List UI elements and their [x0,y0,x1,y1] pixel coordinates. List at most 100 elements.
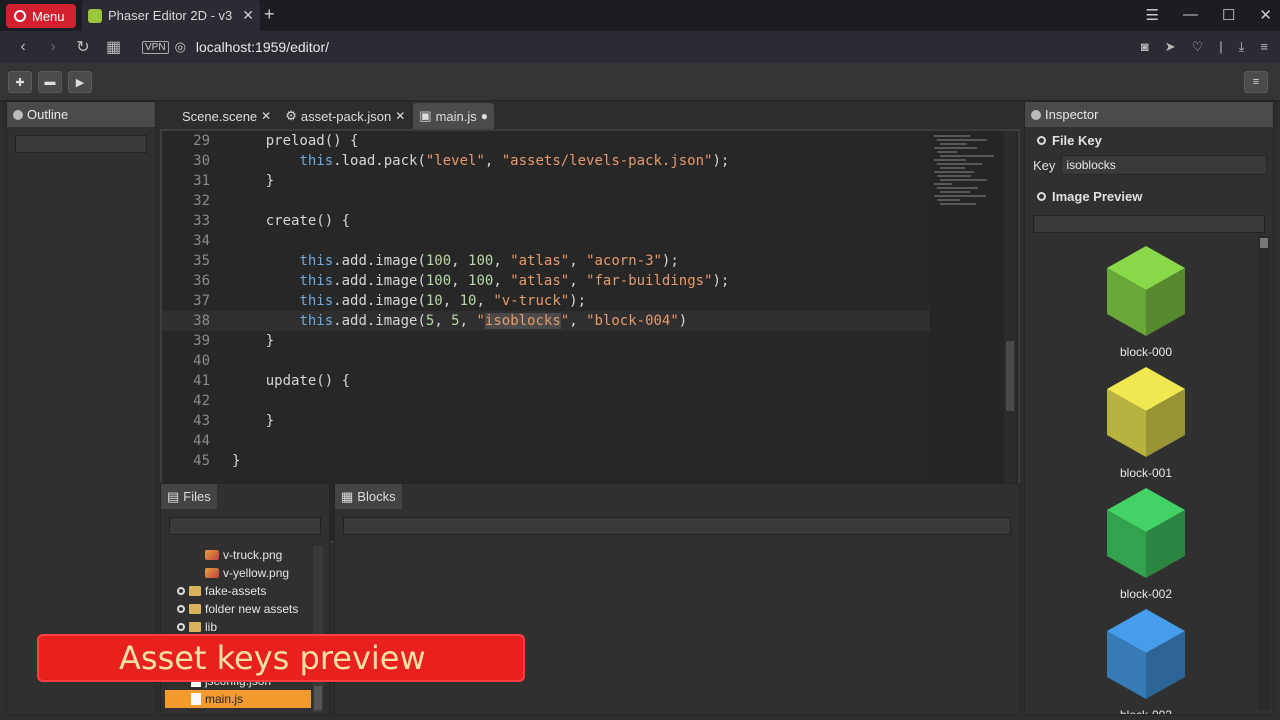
editor-scrollbar[interactable] [1004,131,1016,541]
unsaved-dot-icon[interactable]: ● [481,109,488,123]
file-key-section[interactable]: File Key [1025,127,1273,153]
file-tree-label: v-yellow.png [223,566,290,580]
tab-blocks[interactable]: ▦ Blocks [335,484,402,509]
snapshot-icon[interactable]: ◙ [1141,39,1149,55]
outline-filter-input[interactable] [15,135,147,153]
tab-scene[interactable]: Scene.scene ✕ [176,103,277,129]
line-code: } [232,333,275,349]
file-tree-item[interactable]: v-truck.png [165,546,311,564]
key-label: Key [1033,157,1056,173]
minimap-line [934,171,974,173]
line-number: 30 [193,153,210,169]
opera-menu-button[interactable]: Menu [6,4,76,28]
heart-icon[interactable]: ♡ [1192,39,1204,55]
code-line[interactable]: 30 this.load.pack("level", "assets/level… [162,151,930,171]
minimap-line [940,167,966,169]
download-icon[interactable]: ⤓ [1239,39,1245,55]
tab-asset-pack[interactable]: ⚙ asset-pack.json ✕ [279,103,411,129]
preview-scrollbar[interactable] [1258,236,1270,710]
tab-files[interactable]: ▤ Files [161,484,217,509]
open-folder-icon[interactable]: ▬ [38,71,62,93]
forward-icon[interactable]: › [46,38,60,56]
code-editor[interactable]: 29 preload() {30 this.load.pack("level",… [160,129,1020,543]
play-icon[interactable]: ▶ [68,71,92,93]
expand-icon[interactable] [177,587,185,595]
speed-dial-icon[interactable]: ▦ [106,37,121,57]
code-line[interactable]: 34 [162,231,930,251]
expand-icon[interactable] [177,623,185,631]
code-line[interactable]: 45} [162,451,930,471]
hamburger-menu-icon[interactable]: ≡ [1244,71,1268,93]
line-number: 43 [193,413,210,429]
code-line[interactable]: 32 [162,191,930,211]
code-line[interactable]: 36 this.add.image(100, 100, "atlas", "fa… [162,271,930,291]
files-icon: ▤ [167,488,180,504]
scrollbar-thumb[interactable] [1006,341,1014,411]
code-line[interactable]: 38 this.add.image(5, 5, "isoblocks", "bl… [162,311,930,331]
file-tree-item[interactable]: fake-assets [165,582,311,600]
browser-tab[interactable]: Phaser Editor 2D - v3 ✕ [82,0,260,31]
files-title-bar: ▤ Files [161,484,329,509]
file-tree-item[interactable]: v-yellow.png [165,564,311,582]
files-scrollbar-thumb[interactable] [314,686,322,710]
code-line[interactable]: 43 } [162,411,930,431]
close-window-icon[interactable]: ✕ [1259,6,1272,24]
minimize-icon[interactable]: — [1183,6,1198,24]
line-number: 36 [193,273,210,289]
globe-icon: ◎ [174,39,186,54]
block-preview[interactable]: block-003 [1103,607,1189,714]
url-field[interactable]: localhost:1959/editor/ [196,39,329,55]
code-line[interactable]: 41 update() { [162,371,930,391]
preview-scrollbar-thumb[interactable] [1260,238,1268,248]
new-project-icon[interactable]: ✚ [8,71,32,93]
file-key-title: File Key [1052,132,1102,148]
minimap-line [937,175,972,177]
tab-main-js[interactable]: ▣ main.js ● [413,103,495,129]
blocks-filter-input[interactable] [343,517,1011,535]
key-field[interactable]: isoblocks [1061,155,1267,175]
files-filter-input[interactable] [169,517,321,535]
easy-setup-icon[interactable]: ≡ [1260,39,1268,55]
minimap-line [934,135,970,137]
inspector-title: Inspector [1045,107,1099,122]
code-line[interactable]: 42 [162,391,930,411]
close-icon[interactable]: ✕ [395,109,405,123]
code-line[interactable]: 37 this.add.image(10, 10, "v-truck"); [162,291,930,311]
cube-icon [1107,488,1185,578]
code-line[interactable]: 40 [162,351,930,371]
tab-menu-icon[interactable]: ☰ [1146,6,1159,24]
block-preview[interactable]: block-000 [1103,244,1189,359]
reload-icon[interactable]: ↻ [76,37,90,57]
code-line[interactable]: 35 this.add.image(100, 100, "atlas", "ac… [162,251,930,271]
divider: | [1219,39,1223,54]
code-line[interactable]: 29 preload() { [162,131,930,151]
files-scrollbar[interactable] [313,546,323,712]
image-preview-section[interactable]: Image Preview [1025,183,1273,209]
code-line[interactable]: 33 create() { [162,211,930,231]
close-tab-icon[interactable]: ✕ [242,7,254,24]
block-preview[interactable]: block-001 [1103,365,1189,480]
collapse-icon[interactable] [1037,135,1046,145]
code-line[interactable]: 44 [162,431,930,451]
line-number: 29 [193,133,210,149]
send-icon[interactable]: ➤ [1165,39,1176,55]
block-preview[interactable]: block-002 [1103,486,1189,601]
minimap[interactable] [930,131,1002,541]
minimap-line [940,191,970,193]
line-number: 44 [193,433,210,449]
block-label: block-002 [1119,587,1173,601]
code-line[interactable]: 39 } [162,331,930,351]
expand-icon[interactable] [177,605,185,613]
file-tree-item[interactable]: main.js [165,690,311,708]
collapse-icon[interactable] [1037,191,1046,201]
code-line[interactable]: 31 } [162,171,930,191]
new-tab-icon[interactable]: + [264,4,275,25]
maximize-icon[interactable]: ☐ [1222,6,1235,24]
file-tree-label: folder new assets [205,602,299,616]
gear-icon: ⚙ [285,108,297,123]
file-tree-item[interactable]: folder new assets [165,600,311,618]
close-icon[interactable]: ✕ [261,109,271,123]
image-preview-filter[interactable] [1033,215,1265,233]
back-icon[interactable]: ‹ [16,38,30,56]
vpn-badge[interactable]: VPN [142,40,169,54]
